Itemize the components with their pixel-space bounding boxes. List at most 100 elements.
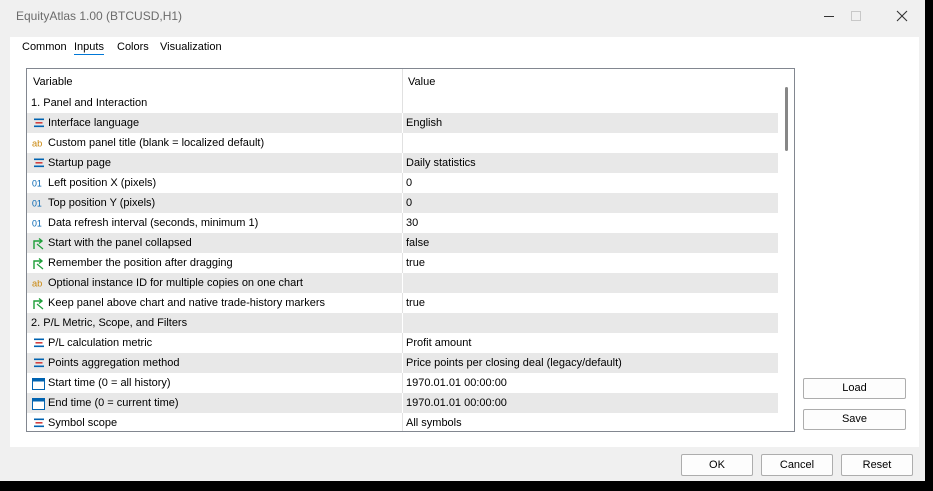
variable-label: Top position Y (pixels) <box>48 197 156 209</box>
bool-icon <box>32 237 45 250</box>
value-cell[interactable]: 0 <box>402 193 778 213</box>
load-button[interactable]: Load <box>803 378 906 399</box>
variable-label: End time (0 = current time) <box>48 397 179 409</box>
variable-label: Start with the panel collapsed <box>48 237 192 249</box>
variable-cell: P/L calculation metric <box>27 333 402 353</box>
input-row[interactable]: 01 Left position X (pixels) 0 <box>27 173 778 193</box>
svg-text:01: 01 <box>32 179 42 189</box>
column-header-value[interactable]: Value <box>402 69 435 93</box>
input-row[interactable]: Startup page Daily statistics <box>27 153 778 173</box>
input-row[interactable]: 01 Top position Y (pixels) 0 <box>27 193 778 213</box>
close-icon <box>896 10 908 22</box>
variable-cell: 01 Left position X (pixels) <box>27 173 402 193</box>
grid-header: Variable Value <box>27 69 778 93</box>
value-cell[interactable] <box>402 273 778 293</box>
scrollbar-thumb[interactable] <box>785 87 788 151</box>
value-text: 1970.01.01 00:00:00 <box>406 397 507 409</box>
tab-colors[interactable]: Colors <box>117 41 149 53</box>
value-cell[interactable]: 1970.01.01 00:00:00 <box>402 393 778 413</box>
value-text: English <box>406 117 443 129</box>
variable-cell: Symbol scope <box>27 413 402 431</box>
group-header-row[interactable]: 1. Panel and Interaction <box>27 93 778 113</box>
variable-cell: 1. Panel and Interaction <box>27 93 402 113</box>
int-icon: 01 <box>32 177 45 190</box>
input-row[interactable]: ab Optional instance ID for multiple copi… <box>27 273 778 293</box>
value-cell[interactable] <box>402 133 778 153</box>
close-button[interactable] <box>887 4 917 28</box>
group-header-row[interactable]: 2. P/L Metric, Scope, and Filters <box>27 313 778 333</box>
variable-cell: Remember the position after dragging <box>27 253 402 273</box>
input-row[interactable]: P/L calculation metric Profit amount <box>27 333 778 353</box>
input-row[interactable]: ab Custom panel title (blank = localized … <box>27 133 778 153</box>
variable-label: Keep panel above chart and native trade-… <box>48 297 325 309</box>
value-cell[interactable]: true <box>402 293 778 313</box>
string-icon: ab <box>32 277 45 290</box>
value-cell[interactable]: 0 <box>402 173 778 193</box>
input-row[interactable]: End time (0 = current time) 1970.01.01 00… <box>27 393 778 413</box>
variable-cell: Points aggregation method <box>27 353 402 373</box>
ok-button[interactable]: OK <box>681 454 753 476</box>
variable-label: Interface language <box>48 117 140 129</box>
value-cell[interactable]: Price points per closing deal (legacy/de… <box>402 353 778 373</box>
bool-icon <box>32 257 45 270</box>
value-text: Daily statistics <box>406 157 476 169</box>
tab-inputs[interactable]: Inputs <box>74 41 104 55</box>
value-cell[interactable]: Daily statistics <box>402 153 778 173</box>
input-row[interactable]: Keep panel above chart and native trade-… <box>27 293 778 313</box>
inputs-grid: Variable Value 1. Panel and Interaction I… <box>26 68 795 432</box>
value-cell[interactable]: 1970.01.01 00:00:00 <box>402 373 778 393</box>
column-header-variable[interactable]: Variable <box>27 69 73 93</box>
dialog-window: EquityAtlas 1.00 (BTCUSD,H1) Common Inpu… <box>0 0 925 481</box>
int-icon: 01 <box>32 197 45 210</box>
variable-cell: Keep panel above chart and native trade-… <box>27 293 402 313</box>
value-text: 30 <box>406 217 419 229</box>
variable-cell: Startup page <box>27 153 402 173</box>
value-cell[interactable]: 30 <box>402 213 778 233</box>
save-button[interactable]: Save <box>803 409 906 430</box>
variable-cell: Start time (0 = all history) <box>27 373 402 393</box>
value-cell[interactable]: English <box>402 113 778 133</box>
variable-label: Data refresh interval (seconds, minimum … <box>48 217 259 229</box>
enum-icon <box>32 117 45 130</box>
value-cell[interactable] <box>402 93 778 113</box>
vertical-scrollbar[interactable] <box>778 69 794 431</box>
input-row[interactable]: Symbol scope All symbols <box>27 413 778 431</box>
svg-text:01: 01 <box>32 219 42 229</box>
value-text: false <box>406 237 430 249</box>
svg-text:ab: ab <box>32 279 42 289</box>
minimize-icon <box>824 16 834 17</box>
value-cell[interactable]: false <box>402 233 778 253</box>
input-row[interactable]: Start with the panel collapsed false <box>27 233 778 253</box>
minimize-button[interactable] <box>814 4 844 28</box>
input-row[interactable]: Interface language English <box>27 113 778 133</box>
value-cell[interactable]: All symbols <box>402 413 778 431</box>
input-row[interactable]: Remember the position after dragging true <box>27 253 778 273</box>
tab-common[interactable]: Common <box>22 41 67 53</box>
variable-cell: ab Optional instance ID for multiple copi… <box>27 273 402 293</box>
cancel-button[interactable]: Cancel <box>761 454 833 476</box>
variable-label: Symbol scope <box>48 417 118 429</box>
tab-visualization[interactable]: Visualization <box>160 41 222 53</box>
value-text: true <box>406 297 425 309</box>
input-row[interactable]: Points aggregation method Price points pe… <box>27 353 778 373</box>
input-row[interactable]: 01 Data refresh interval (seconds, minimu… <box>27 213 778 233</box>
tab-strip: Common Inputs Colors Visualization <box>10 37 919 59</box>
variable-label: 2. P/L Metric, Scope, and Filters <box>31 317 188 329</box>
value-cell[interactable] <box>402 313 778 333</box>
string-icon: ab <box>32 137 45 150</box>
value-cell[interactable]: true <box>402 253 778 273</box>
value-text: 0 <box>406 197 413 209</box>
variable-cell: 01 Top position Y (pixels) <box>27 193 402 213</box>
input-row[interactable]: Start time (0 = all history) 1970.01.01 0… <box>27 373 778 393</box>
datetime-icon <box>32 377 45 390</box>
reset-button[interactable]: Reset <box>841 454 913 476</box>
value-text: true <box>406 257 425 269</box>
maximize-button <box>841 4 871 28</box>
value-cell[interactable]: Profit amount <box>402 333 778 353</box>
enum-icon <box>32 337 45 350</box>
value-text: 0 <box>406 177 413 189</box>
variable-label: Remember the position after dragging <box>48 257 233 269</box>
int-icon: 01 <box>32 217 45 230</box>
enum-icon <box>32 157 45 170</box>
variable-label: Startup page <box>48 157 111 169</box>
